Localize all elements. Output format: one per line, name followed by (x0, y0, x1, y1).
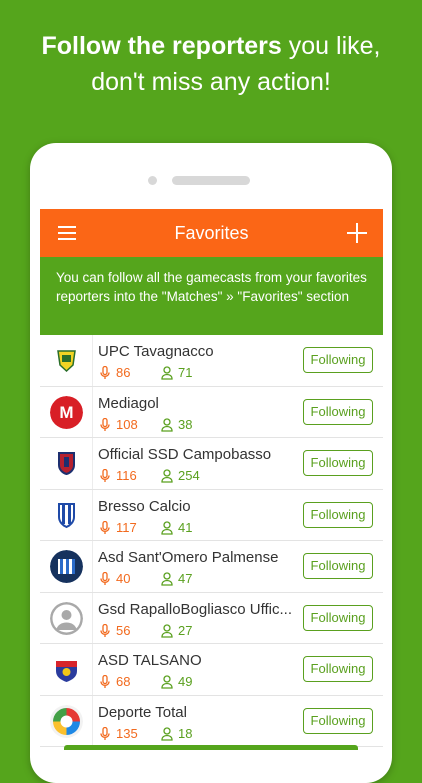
microphone-icon (100, 366, 110, 379)
default-avatar (50, 601, 83, 635)
following-button[interactable]: Following (303, 450, 373, 476)
list-item[interactable]: ASD TALSANO 68 49 Following (40, 644, 383, 696)
user-icon (161, 366, 173, 380)
user-icon (161, 417, 173, 432)
reporter-name: Bresso Calcio (98, 497, 191, 515)
hamburger-icon[interactable] (58, 226, 76, 240)
user-icon (161, 675, 173, 689)
app-screen: Favorites You can follow all the gamecas… (40, 209, 383, 750)
microphone-icon (100, 469, 110, 482)
reporter-name: Official SSD Campobasso (98, 446, 272, 463)
phone-camera (148, 176, 157, 185)
reporter-name: UPC Tavagnacco (98, 343, 214, 360)
following-button[interactable]: Following (303, 501, 373, 528)
following-button[interactable]: Following (303, 553, 373, 579)
svg-text:M: M (59, 403, 73, 422)
list-item[interactable]: M Mediagol 108 38 Following (40, 386, 383, 438)
microphone-icon (100, 623, 110, 637)
promo-headline: Follow the reporters you like, don't mis… (0, 28, 422, 100)
user-icon (161, 572, 173, 586)
tavagnacco-crest (50, 344, 83, 377)
following-button[interactable]: Following (303, 656, 373, 682)
page-title: Favorites (174, 223, 249, 243)
headline-bold: Follow the reporters (41, 32, 282, 60)
bresso-crest (50, 498, 83, 532)
info-banner: You can follow all the gamecasts from yo… (40, 257, 383, 335)
user-icon (161, 623, 173, 638)
bottom-action-bar[interactable] (64, 745, 358, 750)
reporter-name: Asd Sant'Omero Palmense (98, 549, 279, 566)
reporter-name: Deporte Total (98, 703, 187, 721)
mediagol-logo: M (50, 395, 83, 429)
following-button[interactable]: Following (303, 398, 373, 425)
microphone-icon (100, 675, 110, 688)
following-button[interactable]: Following (303, 604, 373, 631)
list-item[interactable]: Asd Sant'Omero Palmense 40 47 Following (40, 541, 383, 593)
santomero-crest (50, 550, 83, 583)
list-item[interactable]: UPC Tavagnacco 86 71 Following (40, 335, 383, 387)
list-item[interactable]: Official SSD Campobasso 116 254 Followin… (40, 438, 383, 490)
microphone-icon (100, 417, 110, 431)
user-icon (161, 520, 173, 535)
reporter-name: Gsd RapalloBogliasco Uffic... (98, 600, 292, 618)
microphone-icon (100, 572, 110, 585)
phone-speaker (172, 176, 250, 185)
microphone-icon (100, 726, 110, 740)
reporters-list: UPC Tavagnacco 86 71 Following M Mediago… (40, 335, 383, 747)
plus-icon[interactable] (347, 223, 367, 243)
user-icon (161, 726, 173, 741)
reporter-name: ASD TALSANO (98, 652, 202, 669)
microphone-icon (100, 520, 110, 534)
talsano-crest (50, 653, 83, 686)
list-item[interactable]: Gsd RapalloBogliasco Uffic... 56 27 Foll… (40, 592, 383, 644)
list-item[interactable]: Deporte Total 135 18 Following (40, 695, 383, 747)
headline-rest: you like, (281, 32, 381, 60)
campobasso-crest (50, 447, 83, 480)
reporter-name: Mediagol (98, 394, 159, 412)
following-button[interactable]: Following (303, 707, 373, 734)
app-bar: Favorites (40, 209, 383, 257)
following-button[interactable]: Following (303, 347, 373, 373)
list-item[interactable]: Bresso Calcio 117 41 Following (40, 489, 383, 541)
deportetotal-logo (50, 704, 83, 738)
headline-line2: don't miss any action! (91, 68, 331, 96)
user-icon (161, 469, 173, 483)
